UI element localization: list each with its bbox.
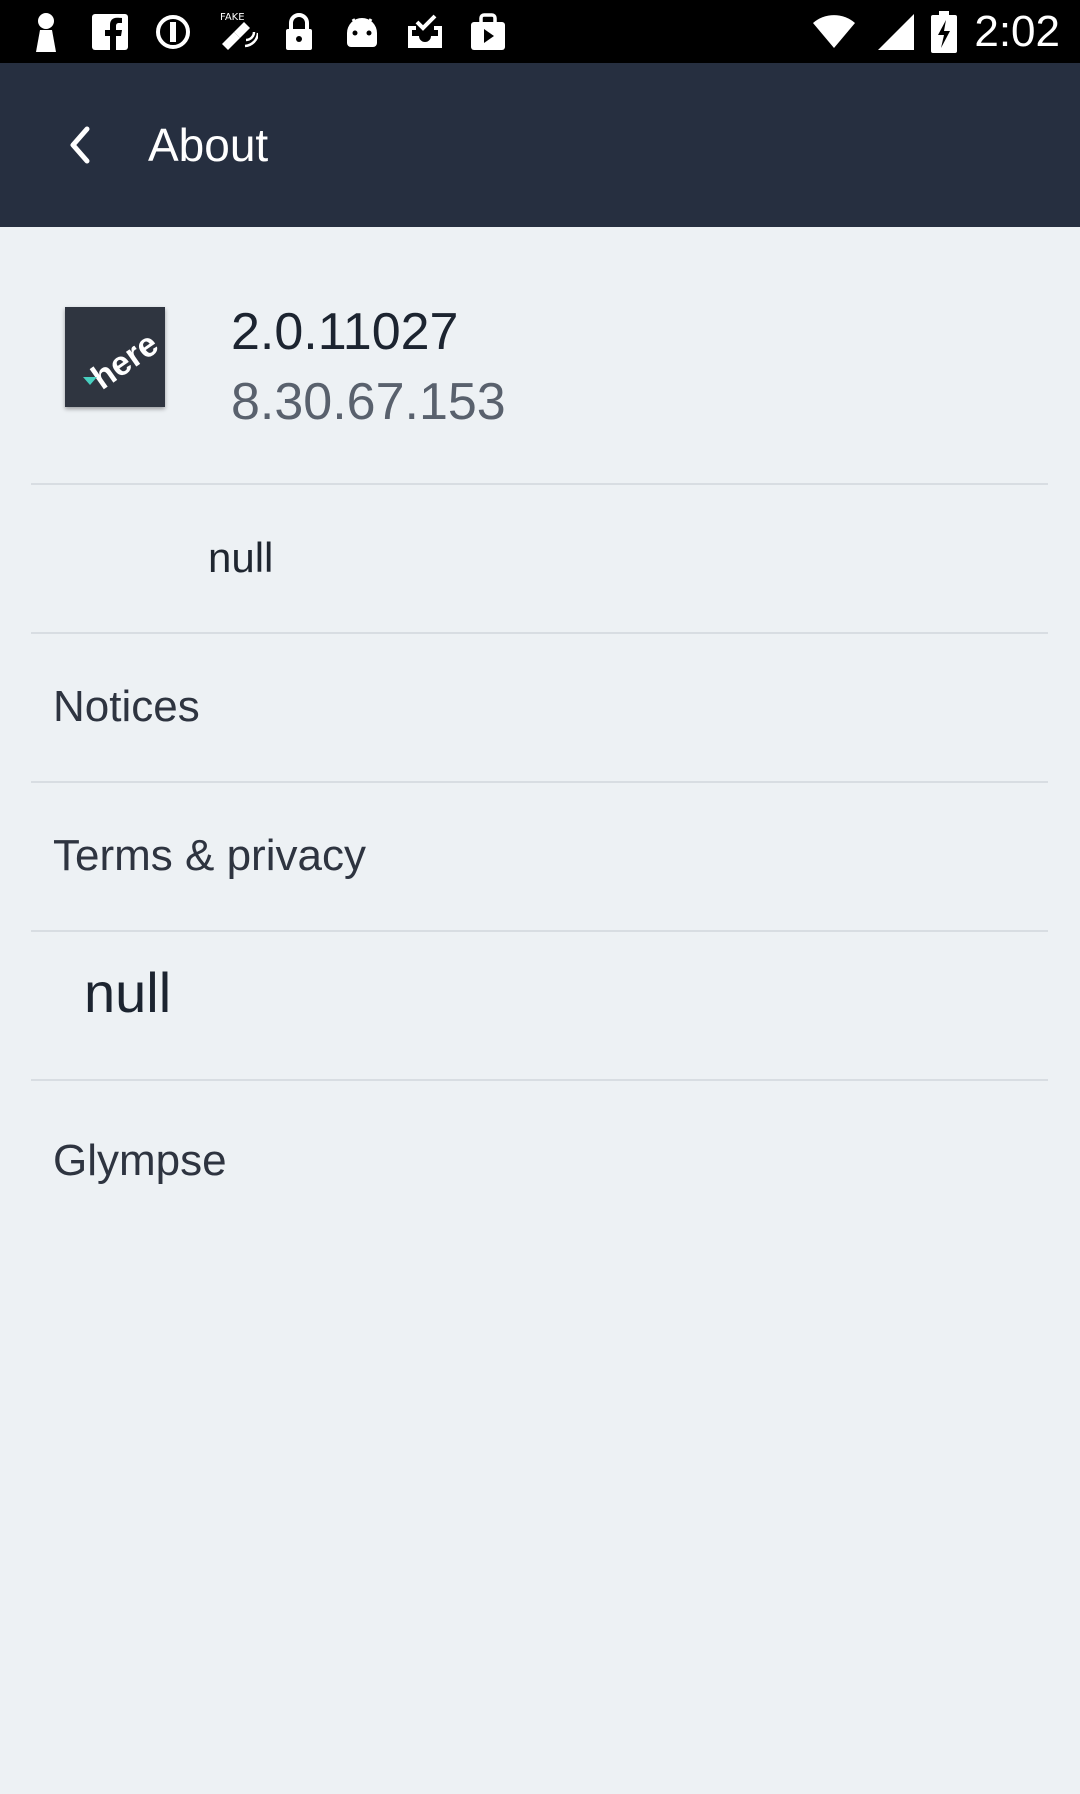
page-title: About bbox=[148, 119, 269, 171]
chevron-left-icon bbox=[70, 126, 90, 164]
svg-text:FAKE: FAKE bbox=[220, 12, 245, 23]
app-version-header: here 2.0.11027 8.30.67.153 bbox=[0, 227, 1080, 483]
list-item-label: Glympse bbox=[53, 1136, 227, 1185]
fake-gps-icon: FAKE bbox=[214, 10, 258, 54]
inbox-check-icon bbox=[403, 10, 447, 54]
version-primary: 2.0.11027 bbox=[231, 303, 459, 361]
version-secondary: 8.30.67.153 bbox=[231, 373, 506, 431]
list-item-terms-privacy[interactable]: Terms & privacy bbox=[0, 783, 1080, 929]
list-item-null-2[interactable]: null bbox=[0, 932, 1080, 1078]
status-bar: FAKE 2:02 bbox=[0, 0, 1080, 63]
facebook-icon bbox=[88, 10, 132, 54]
svg-text:here: here bbox=[85, 325, 165, 397]
here-logo: here bbox=[65, 307, 165, 407]
app-bar: About bbox=[0, 63, 1080, 227]
battery-charging-icon bbox=[922, 10, 966, 54]
list-item-glympse[interactable]: Glympse bbox=[0, 1081, 1080, 1227]
list-item-label: Terms & privacy bbox=[53, 831, 366, 880]
back-button[interactable] bbox=[50, 113, 110, 177]
blocked-icon bbox=[151, 10, 195, 54]
list-item-label: Notices bbox=[53, 682, 200, 731]
play-store-icon bbox=[466, 10, 510, 54]
signal-icon bbox=[874, 10, 918, 54]
person-icon bbox=[24, 10, 68, 54]
status-time: 2:02 bbox=[974, 7, 1060, 56]
list-item-notices[interactable]: Notices bbox=[0, 634, 1080, 780]
lock-icon bbox=[277, 10, 321, 54]
list-item-label: null bbox=[208, 534, 274, 581]
list-item-null-1[interactable]: null bbox=[0, 485, 1080, 631]
wifi-icon bbox=[812, 10, 856, 54]
android-icon bbox=[340, 10, 384, 54]
list-item-label: null bbox=[84, 961, 172, 1024]
